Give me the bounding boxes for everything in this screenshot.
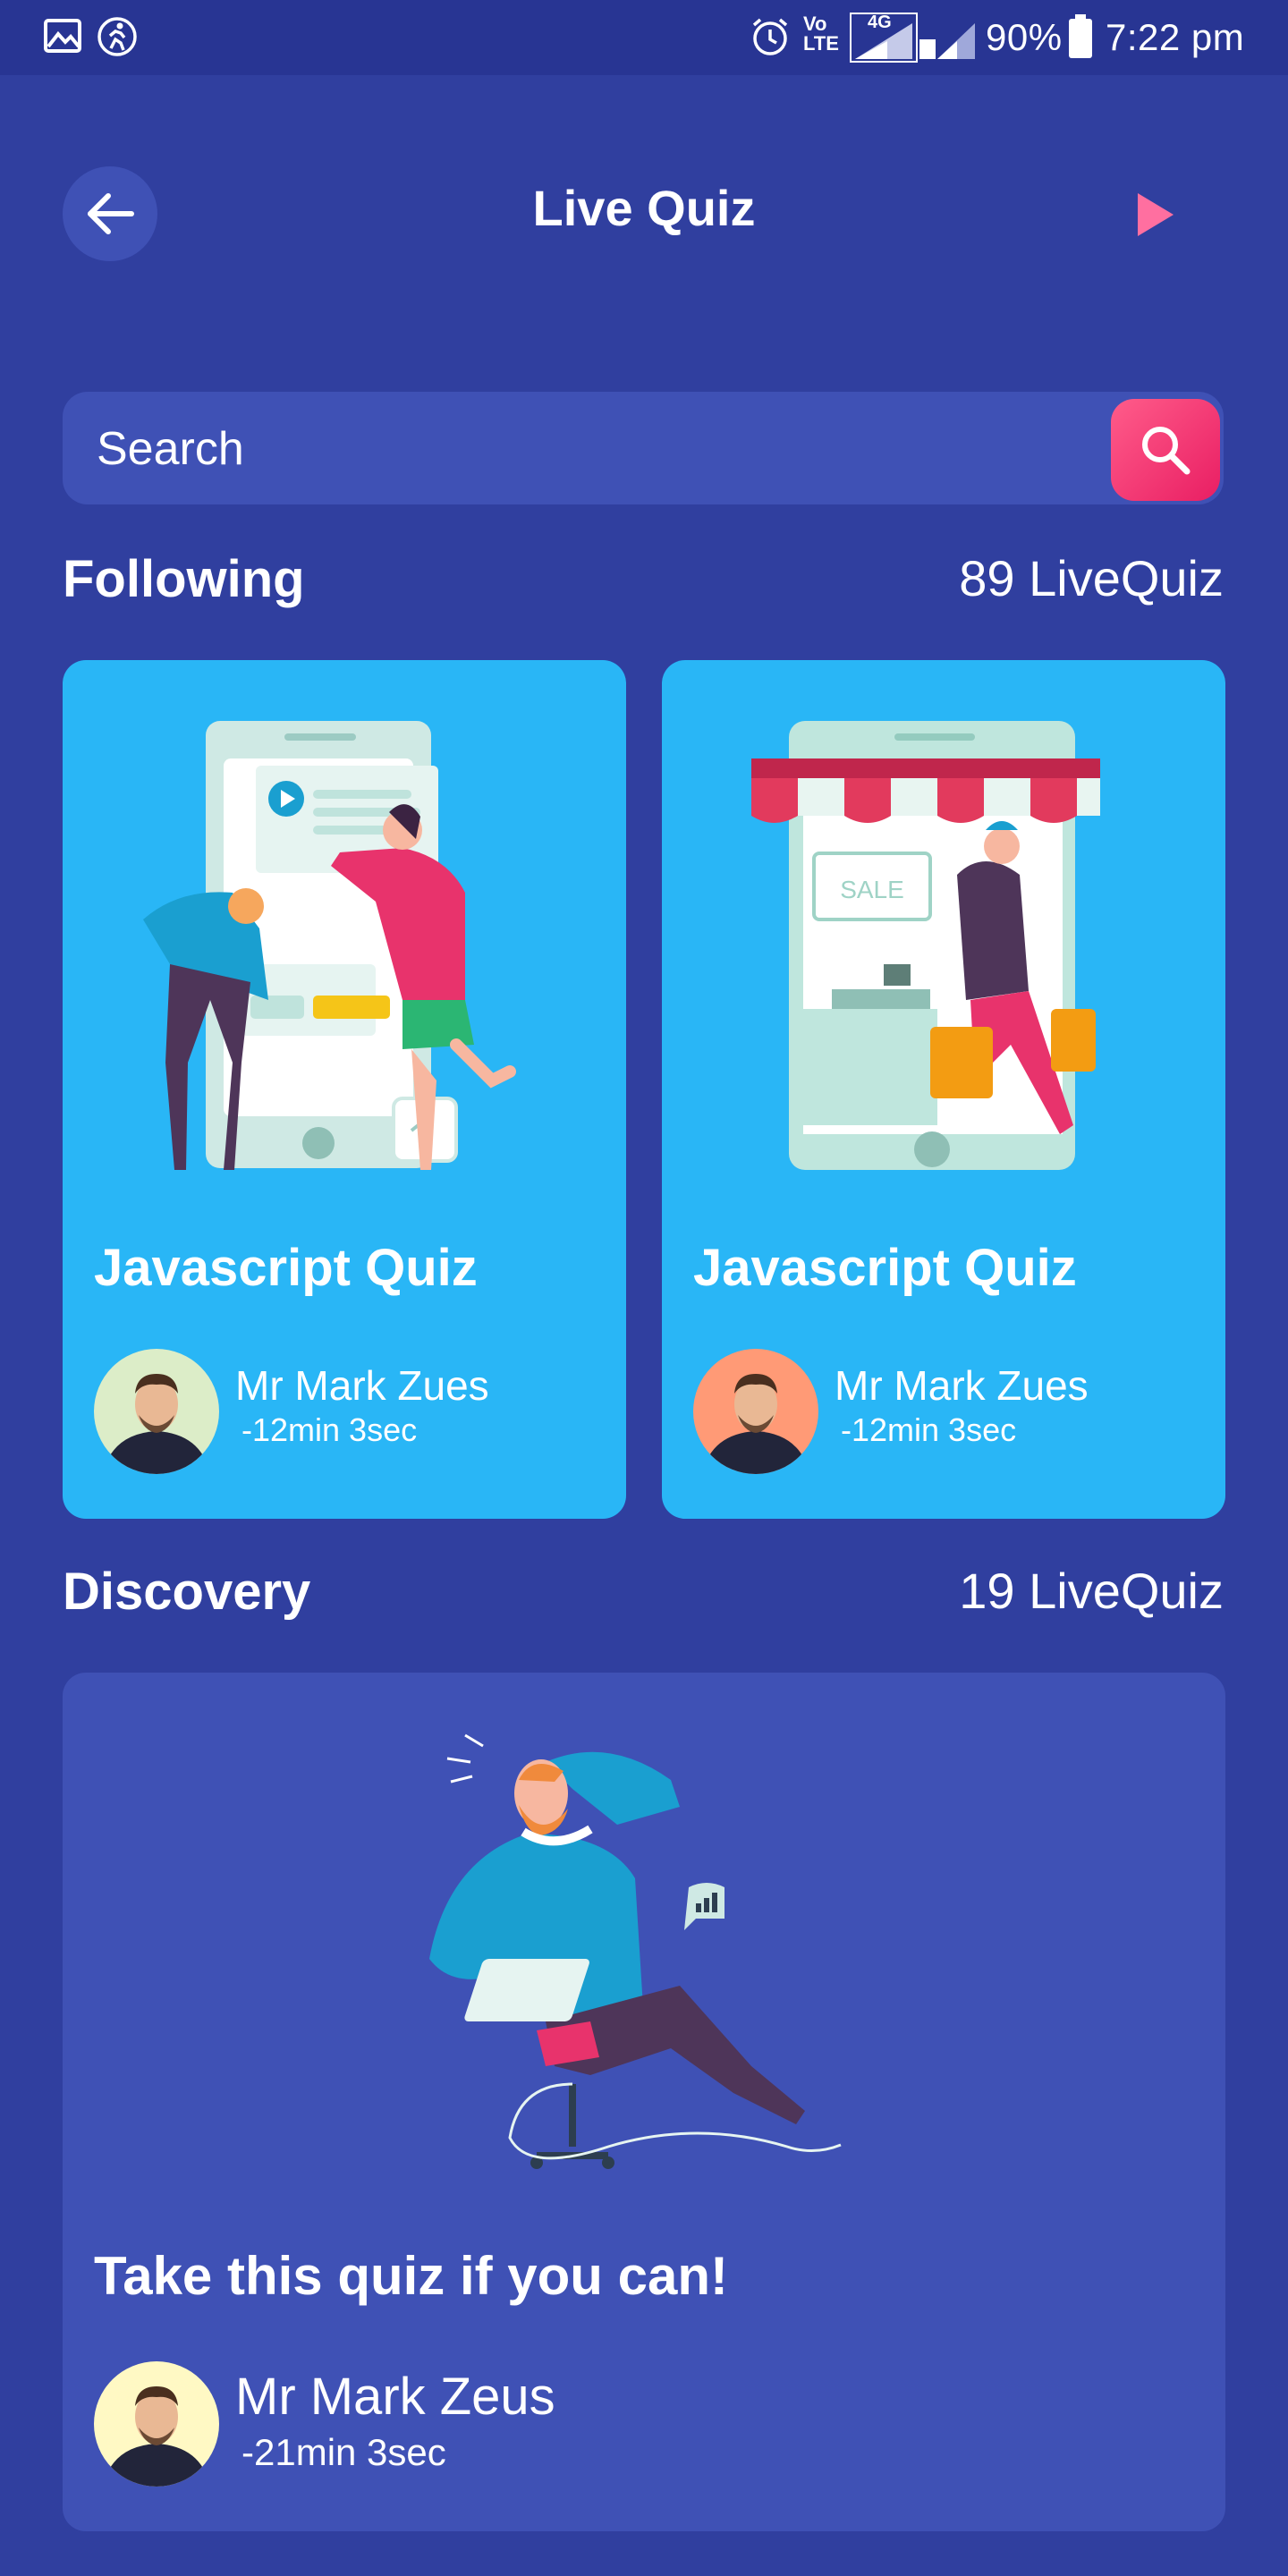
quiz-time: -12min 3sec	[841, 1411, 1017, 1448]
play-icon[interactable]	[1134, 191, 1177, 238]
page-title: Live Quiz	[532, 180, 756, 236]
quiz-time: -21min 3sec	[242, 2431, 446, 2473]
svg-text:SALE: SALE	[840, 876, 904, 903]
avatar	[693, 1349, 818, 1474]
network-indicator: Vo LTE	[803, 13, 839, 55]
sim1-signal: 4G	[850, 13, 918, 63]
quiz-card[interactable]: SALE Javascript Quiz Mr Mark Zues -12min…	[662, 660, 1225, 1519]
run-icon	[97, 17, 137, 56]
person-avatar-icon	[103, 1374, 210, 1474]
search-bar	[63, 392, 1224, 504]
avatar	[94, 1349, 219, 1474]
person-avatar-icon	[702, 1374, 809, 1474]
author-name: Mr Mark Zeus	[235, 2368, 555, 2426]
author-name: Mr Mark Zues	[235, 1362, 489, 1409]
discovery-title: Discovery	[63, 1563, 311, 1621]
card-title: Javascript Quiz	[693, 1239, 1077, 1297]
sim2-signal-icon	[919, 23, 975, 59]
search-icon	[1142, 427, 1191, 475]
avatar	[94, 2361, 219, 2487]
clock: 7:22 pm	[1106, 16, 1245, 58]
quiz-card[interactable]: Javascript Quiz Mr Mark Zues -12min 3sec	[63, 660, 626, 1519]
status-bar: Vo LTE 4G 90% 7:22 pm	[0, 0, 1288, 75]
quiz-time: -12min 3sec	[242, 1411, 418, 1448]
card-title: Javascript Quiz	[94, 1239, 478, 1297]
author-name: Mr Mark Zues	[835, 1362, 1089, 1409]
alarm-icon	[752, 18, 788, 55]
quiz-illustration-phone	[143, 721, 516, 1170]
signal-bars-icon	[855, 23, 912, 59]
battery-percent: 90%	[986, 16, 1063, 58]
card-title: Take this quiz if you can!	[94, 2246, 728, 2306]
following-count[interactable]: 89 LiveQuiz	[805, 549, 1224, 607]
discovery-quiz-card[interactable]: Take this quiz if you can! Mr Mark Zeus …	[63, 1673, 1225, 2531]
discovery-count[interactable]: 19 LiveQuiz	[805, 1562, 1224, 1620]
thinking-man-illustration	[429, 1733, 842, 2169]
battery-icon	[1069, 14, 1092, 58]
following-title: Following	[63, 550, 305, 608]
person-avatar-icon	[103, 2386, 210, 2487]
search-button[interactable]	[1111, 399, 1220, 501]
image-icon	[44, 19, 81, 53]
search-input[interactable]	[95, 417, 1082, 481]
shop-illustration: SALE	[751, 721, 1100, 1170]
